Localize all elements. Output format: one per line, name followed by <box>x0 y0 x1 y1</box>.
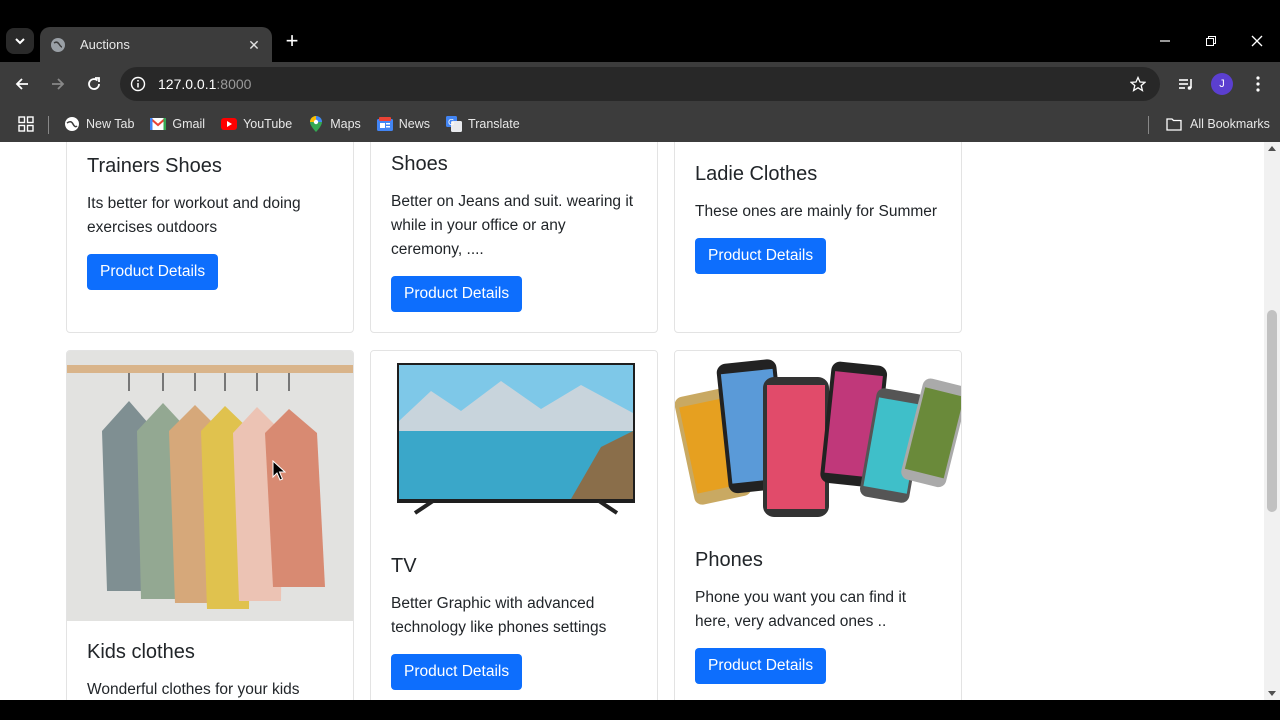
product-details-button[interactable]: Product Details <box>695 238 827 274</box>
globe-icon <box>51 37 65 52</box>
all-bookmarks-button[interactable]: All Bookmarks <box>1166 106 1270 142</box>
bookmark-label: News <box>398 117 431 131</box>
product-description: Its better for workout and doing exercis… <box>87 195 301 236</box>
product-card: Trainers Shoes Its better for workout an… <box>66 142 354 333</box>
kebab-menu-icon <box>1256 76 1260 92</box>
profile-button[interactable]: J <box>1208 70 1236 98</box>
product-description: Phone you want you can find it here, ver… <box>695 589 907 630</box>
product-description: Better on Jeans and suit. wearing it whi… <box>391 193 634 258</box>
product-title: Phones <box>695 549 763 571</box>
bottom-edge <box>0 700 1280 720</box>
reload-button[interactable] <box>80 70 108 98</box>
browser-tab-active[interactable]: Auctions ✕ <box>40 27 272 62</box>
avatar: J <box>1211 73 1233 95</box>
page-viewport: Trainers Shoes Its better for workout an… <box>0 142 1280 700</box>
folder-icon <box>1166 118 1182 131</box>
bookmark-label: YouTube <box>243 117 293 131</box>
product-title: Ladie Clothes <box>695 163 818 185</box>
product-card: Kids clothes Wonderful clothes for your … <box>66 350 354 700</box>
scrollbar-thumb[interactable] <box>1267 310 1277 512</box>
product-details-button[interactable]: Product Details <box>695 648 827 684</box>
product-title: Kids clothes <box>87 641 195 663</box>
product-description: These ones are mainly for Summer <box>695 203 938 220</box>
youtube-icon <box>221 116 238 132</box>
tab-title: Auctions <box>80 37 130 52</box>
tab-search-button[interactable] <box>6 28 34 54</box>
chevron-down-icon <box>15 38 25 45</box>
globe-icon <box>64 116 80 132</box>
media-controls-button[interactable] <box>1172 70 1200 98</box>
svg-text:G: G <box>448 118 454 127</box>
bookmark-star-icon[interactable] <box>1130 76 1146 92</box>
new-tab-button[interactable]: + <box>280 30 304 54</box>
browser-toolbar: 127.0.0.1 :8000 J <box>0 62 1280 106</box>
scroll-up-arrow-icon[interactable] <box>1268 146 1276 151</box>
bookmark-label: Gmail <box>172 117 206 131</box>
arrow-right-icon <box>52 78 65 90</box>
product-card: TV Better Graphic with advanced technolo… <box>370 350 658 700</box>
bookmark-youtube[interactable]: YouTube <box>221 116 292 132</box>
phones-image <box>675 351 961 533</box>
bookmarks-bar: New Tab Gmail YouTube Maps News G Transl… <box>0 106 1280 142</box>
maps-icon <box>308 116 324 132</box>
product-details-button[interactable]: Product Details <box>391 276 523 312</box>
bookmark-gmail[interactable]: Gmail <box>150 116 205 132</box>
url-port: :8000 <box>216 76 252 92</box>
product-title: TV <box>391 555 417 577</box>
bookmark-new-tab[interactable]: New Tab <box>64 116 134 132</box>
product-details-button[interactable]: Product Details <box>87 254 219 290</box>
all-bookmarks-label: All Bookmarks <box>1190 117 1270 131</box>
bookmark-label: Translate <box>468 117 520 131</box>
address-bar[interactable]: 127.0.0.1 :8000 <box>120 67 1160 101</box>
bookmark-label: New Tab <box>86 117 135 131</box>
site-info-icon[interactable] <box>130 76 146 92</box>
reload-icon <box>88 77 100 90</box>
close-tab-icon[interactable]: ✕ <box>246 37 262 53</box>
page-scrollbar[interactable] <box>1264 142 1280 700</box>
product-card: Shoes Better on Jeans and suit. wearing … <box>370 142 658 333</box>
restore-icon[interactable] <box>1196 28 1226 54</box>
product-title: Shoes <box>391 153 448 175</box>
product-description: Better Graphic with advanced technology … <box>391 595 607 636</box>
menu-button[interactable] <box>1244 70 1272 98</box>
arrow-left-icon <box>15 78 28 90</box>
gmail-icon <box>150 116 167 132</box>
news-icon <box>376 116 393 132</box>
apps-grid-icon[interactable] <box>18 116 34 132</box>
translate-icon: G <box>446 116 463 132</box>
close-window-icon[interactable] <box>1242 28 1272 54</box>
mouse-cursor-icon <box>272 460 286 481</box>
forward-button[interactable] <box>44 70 72 98</box>
product-card: Ladie Clothes These ones are mainly for … <box>674 142 962 333</box>
bookmark-news[interactable]: News <box>376 116 431 132</box>
browser-tab-strip: Auctions ✕ + <box>0 0 1280 62</box>
url-host: 127.0.0.1 <box>158 76 217 92</box>
bookmark-maps[interactable]: Maps <box>308 116 361 132</box>
bookmarks-divider <box>48 116 49 134</box>
bookmark-label: Maps <box>330 117 361 131</box>
bookmark-translate[interactable]: G Translate <box>446 116 520 132</box>
scroll-down-arrow-icon[interactable] <box>1268 691 1276 696</box>
product-details-button[interactable]: Product Details <box>391 654 523 690</box>
tv-image <box>371 351 657 541</box>
back-button[interactable] <box>8 70 36 98</box>
product-description: Wonderful clothes for your kids <box>87 681 300 698</box>
clothes-on-hangers-image <box>67 351 353 621</box>
bookmarks-divider <box>1148 116 1149 134</box>
product-card: Phones Phone you want you can find it he… <box>674 350 962 700</box>
minimize-icon[interactable] <box>1150 28 1180 54</box>
product-title: Trainers Shoes <box>87 155 222 177</box>
playlist-icon <box>1179 79 1192 90</box>
